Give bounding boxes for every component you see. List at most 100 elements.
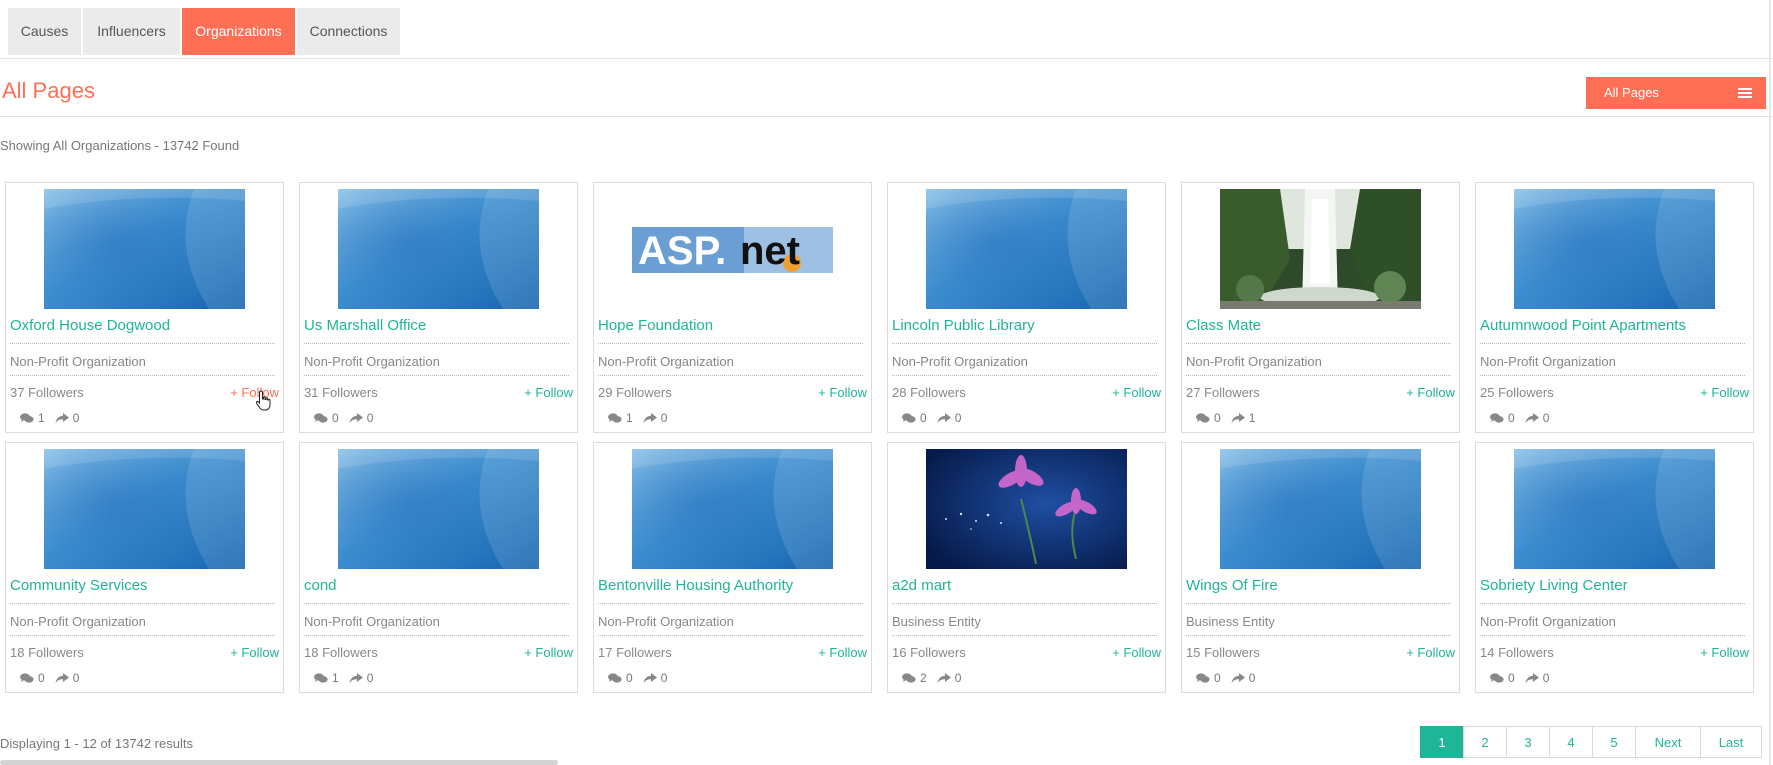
organization-name-link[interactable]: Hope Foundation — [598, 317, 863, 334]
tab-influencers[interactable]: Influencers — [83, 8, 180, 55]
organization-image[interactable] — [926, 449, 1127, 569]
dotted-divider — [10, 375, 275, 376]
share-icon — [1525, 672, 1539, 683]
organization-name-link[interactable]: Lincoln Public Library — [892, 317, 1157, 334]
hand-cursor-icon — [255, 390, 271, 411]
follow-button[interactable]: + Follow — [1700, 385, 1749, 400]
follower-count: 28 Followers — [892, 385, 966, 400]
organization-image[interactable] — [44, 189, 245, 309]
dotted-divider — [1480, 635, 1745, 636]
organization-name-link[interactable]: Wings Of Fire — [1186, 577, 1451, 594]
organization-name-link[interactable]: Autumnwood Point Apartments — [1480, 317, 1745, 334]
pagination-page-2[interactable]: 2 — [1463, 726, 1507, 758]
follow-button[interactable]: + Follow — [1406, 385, 1455, 400]
comment-icon — [314, 412, 328, 423]
organization-name-link[interactable]: cond — [304, 577, 569, 594]
dotted-divider — [1480, 603, 1745, 604]
divider — [0, 58, 1773, 59]
organization-image[interactable] — [1220, 449, 1421, 569]
organization-type: Non-Profit Organization — [1186, 354, 1322, 369]
follow-button[interactable]: + Follow — [524, 645, 573, 660]
organization-card: Sobriety Living Center Non-Profit Organiz… — [1475, 442, 1754, 693]
organization-name-link[interactable]: Bentonville Housing Authority — [598, 577, 863, 594]
follower-count: 17 Followers — [598, 645, 672, 660]
organization-name-link[interactable]: Oxford House Dogwood — [10, 317, 275, 334]
dotted-divider — [304, 603, 569, 604]
follow-button[interactable]: + Follow — [818, 645, 867, 660]
follower-count: 18 Followers — [10, 645, 84, 660]
horizontal-scrollbar[interactable] — [0, 760, 558, 765]
follower-count: 14 Followers — [1480, 645, 1554, 660]
share-count: 0 — [366, 411, 374, 425]
comment-count: 0 — [1508, 671, 1515, 685]
organization-image[interactable]: ASP. net — [632, 189, 833, 309]
organization-image[interactable] — [1220, 189, 1421, 309]
comment-icon — [1490, 412, 1504, 423]
follow-button[interactable]: + Follow — [524, 385, 573, 400]
organization-type: Non-Profit Organization — [304, 614, 440, 629]
organization-type: Non-Profit Organization — [598, 354, 734, 369]
tab-causes[interactable]: Causes — [8, 8, 81, 55]
pagination-next-button[interactable]: Next — [1635, 726, 1701, 758]
card-stats: 01 — [1196, 411, 1265, 425]
organization-type: Business Entity — [892, 614, 981, 629]
organization-name-link[interactable]: Us Marshall Office — [304, 317, 569, 334]
share-icon — [1231, 412, 1245, 423]
dotted-divider — [892, 375, 1157, 376]
comment-icon — [20, 672, 34, 683]
card-stats: 00 — [902, 411, 971, 425]
organization-name-link[interactable]: a2d mart — [892, 577, 1157, 594]
pagination-page-5[interactable]: 5 — [1592, 726, 1636, 758]
card-stats: 10 — [314, 671, 383, 685]
comment-count: 0 — [38, 671, 45, 685]
organization-type: Non-Profit Organization — [1480, 614, 1616, 629]
follow-button[interactable]: + Follow — [1112, 645, 1161, 660]
card-stats: 00 — [608, 671, 677, 685]
organization-image[interactable] — [926, 189, 1127, 309]
organization-name-link[interactable]: Community Services — [10, 577, 275, 594]
pagination-page-1[interactable]: 1 — [1420, 726, 1464, 758]
organization-image[interactable] — [44, 449, 245, 569]
dotted-divider — [304, 343, 569, 344]
comment-icon — [608, 412, 622, 423]
dotted-divider — [598, 343, 863, 344]
share-count: 0 — [366, 671, 374, 685]
share-count: 0 — [1542, 671, 1550, 685]
dotted-divider — [892, 635, 1157, 636]
tab-organizations[interactable]: Organizations — [182, 8, 295, 55]
dotted-divider — [1186, 635, 1451, 636]
organization-image[interactable] — [1514, 449, 1715, 569]
follow-button[interactable]: + Follow — [230, 645, 279, 660]
organization-name-link[interactable]: Sobriety Living Center — [1480, 577, 1745, 594]
follow-button[interactable]: + Follow — [1700, 645, 1749, 660]
pagination-last-button[interactable]: Last — [1700, 726, 1762, 758]
follow-button[interactable]: + Follow — [1112, 385, 1161, 400]
organization-type: Business Entity — [1186, 614, 1275, 629]
follow-button[interactable]: + Follow — [1406, 645, 1455, 660]
follower-count: 25 Followers — [1480, 385, 1554, 400]
organization-name-link[interactable]: Class Mate — [1186, 317, 1451, 334]
dotted-divider — [1480, 375, 1745, 376]
follow-button[interactable]: + Follow — [818, 385, 867, 400]
card-stats: 00 — [1490, 671, 1559, 685]
organization-image[interactable] — [1514, 189, 1715, 309]
organization-image[interactable] — [338, 449, 539, 569]
tab-connections[interactable]: Connections — [297, 8, 400, 55]
card-stats: 00 — [314, 411, 383, 425]
results-count: Showing All Organizations - 13742 Found — [0, 138, 240, 153]
pagination-page-3[interactable]: 3 — [1506, 726, 1550, 758]
vertical-scrollbar[interactable] — [1769, 0, 1771, 765]
dotted-divider — [304, 375, 569, 376]
organization-image[interactable] — [632, 449, 833, 569]
dotted-divider — [1186, 375, 1451, 376]
organization-image[interactable] — [338, 189, 539, 309]
share-icon — [55, 672, 69, 683]
pagination-page-4[interactable]: 4 — [1549, 726, 1593, 758]
share-icon — [1525, 412, 1539, 423]
dotted-divider — [304, 635, 569, 636]
comment-count: 0 — [332, 411, 339, 425]
pages-filter-dropdown[interactable]: All Pages — [1586, 77, 1766, 109]
comment-count: 0 — [920, 411, 927, 425]
share-count: 0 — [954, 671, 962, 685]
comment-icon — [608, 672, 622, 683]
